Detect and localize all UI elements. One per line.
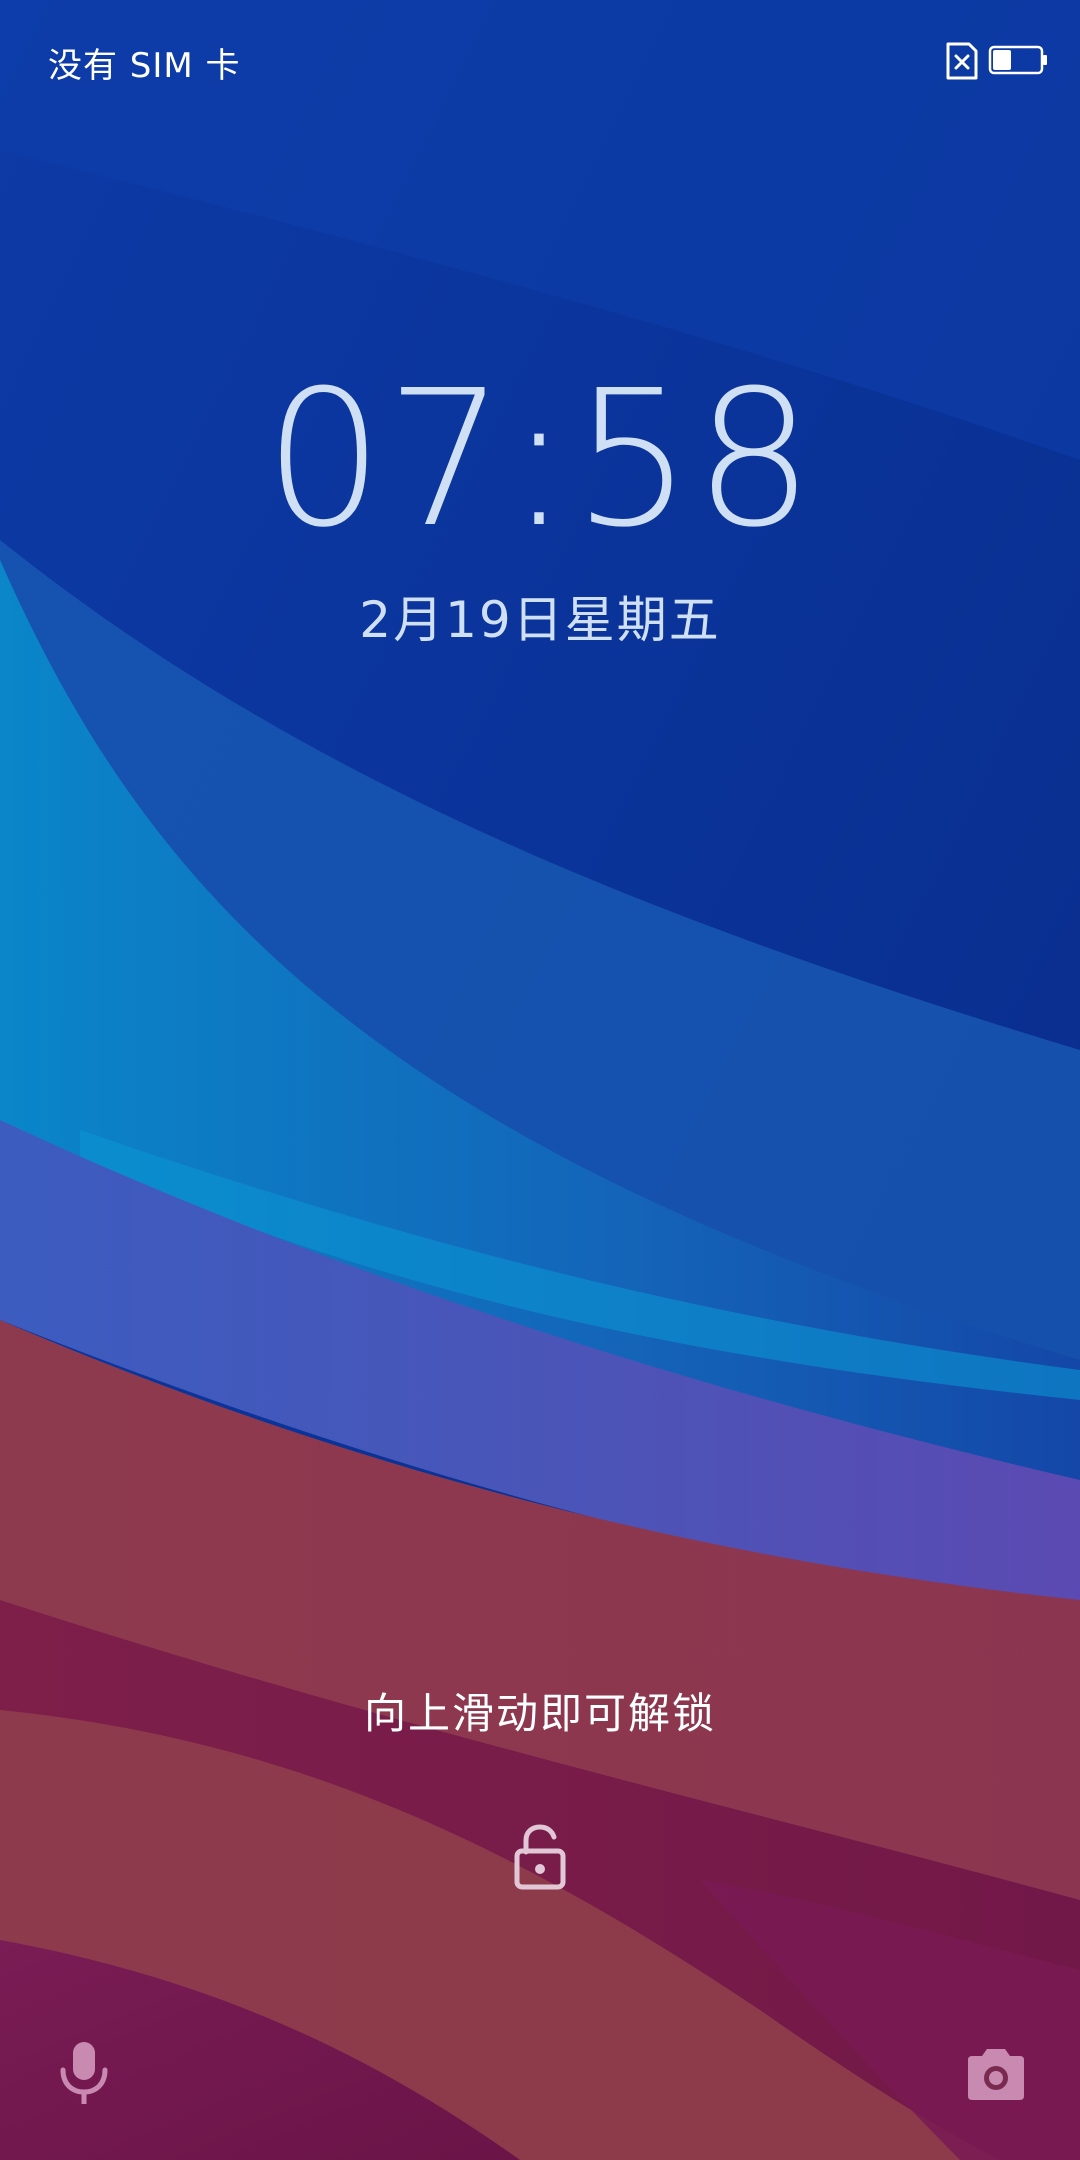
microphone-icon[interactable]: [58, 2040, 110, 2106]
camera-icon[interactable]: [964, 2046, 1028, 2102]
lockscreen-clock: 07:58: [264, 350, 816, 569]
no-sim-icon: [946, 42, 978, 80]
status-bar: 没有 SIM 卡: [0, 0, 1080, 120]
lock-screen[interactable]: 没有 SIM 卡 07:58 2月19日星期五 向上滑动即可解锁: [0, 0, 1080, 2160]
unlock-padlock-icon[interactable]: [514, 1824, 566, 1890]
swipe-up-hint: 向上滑动即可解锁: [363, 1689, 716, 1738]
lockscreen-date: 2月19日星期五: [359, 591, 721, 649]
battery-icon: [988, 45, 1047, 75]
carrier-label: 没有 SIM 卡: [48, 46, 241, 86]
